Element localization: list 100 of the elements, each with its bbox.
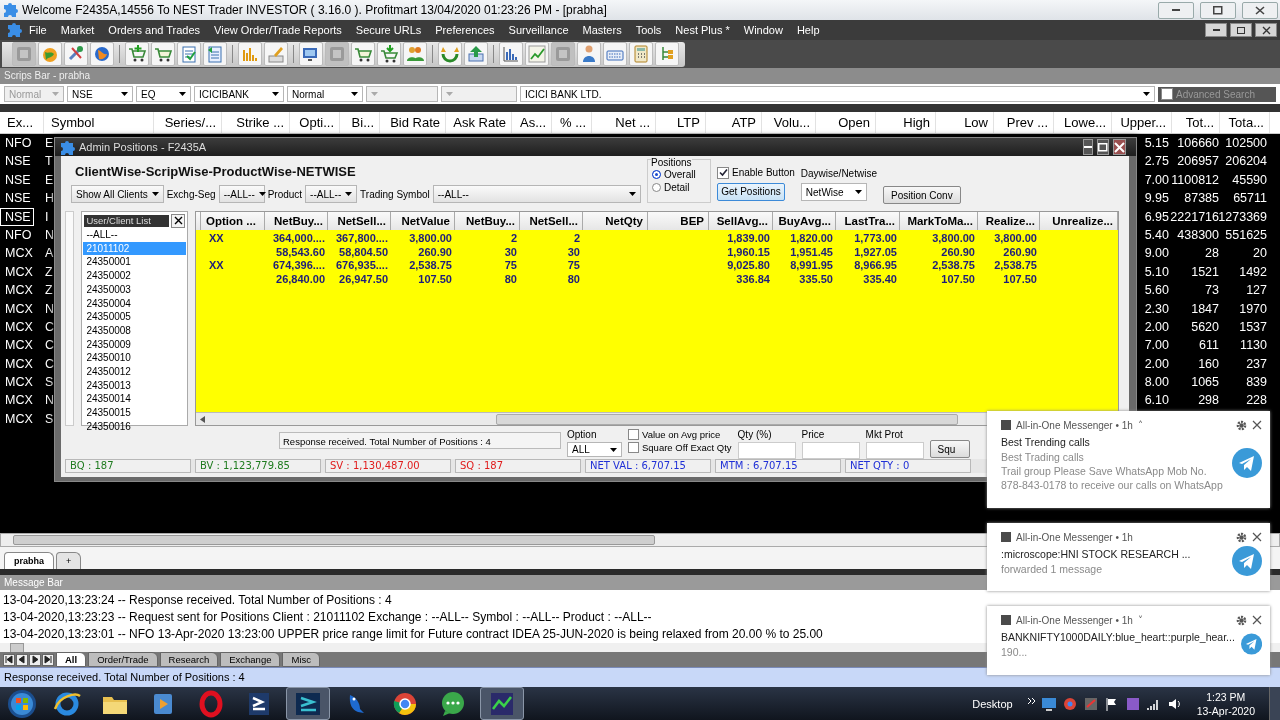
column-header[interactable]: Net ...: [592, 112, 656, 133]
menu-item[interactable]: Tools: [628, 24, 669, 36]
list-item[interactable]: --ALL--: [83, 228, 186, 242]
line-chart-icon[interactable]: [525, 42, 549, 66]
column-header[interactable]: Prev ...: [994, 112, 1054, 133]
column-header[interactable]: High: [876, 112, 936, 133]
monitor-icon[interactable]: [1040, 695, 1057, 712]
menu-item[interactable]: Masters: [575, 24, 629, 36]
dropdown[interactable]: --ALL--: [218, 185, 265, 203]
next-button[interactable]: [29, 653, 41, 666]
list-item[interactable]: 24350002: [83, 269, 186, 283]
tab[interactable]: +: [56, 552, 82, 569]
column-header[interactable]: Bi...: [340, 112, 380, 133]
checkbox[interactable]: Value on Avg price: [628, 429, 732, 440]
list-item[interactable]: 24350012: [83, 365, 186, 379]
column-header[interactable]: NetSell...: [520, 212, 583, 230]
app-icon[interactable]: [1124, 695, 1141, 712]
arrows-icon[interactable]: [438, 42, 462, 66]
column-header[interactable]: Ex...: [0, 112, 44, 133]
cart-icon[interactable]: [351, 42, 375, 66]
cart-icon[interactable]: [377, 42, 401, 66]
menu-item[interactable]: Preferences: [428, 24, 502, 36]
cart-icon[interactable]: [151, 42, 175, 66]
settings-icon[interactable]: [1236, 419, 1247, 431]
column-header[interactable]: BEP: [648, 212, 709, 230]
list-item[interactable]: 24350014: [83, 392, 186, 407]
previous-button[interactable]: [16, 653, 28, 666]
chevron-app-icon[interactable]: [286, 687, 330, 720]
globe-icon[interactable]: [38, 42, 62, 66]
minimize-button[interactable]: [1158, 1, 1194, 19]
checkbox[interactable]: Enable Button: [717, 166, 795, 179]
checkbox[interactable]: Square Off Exact Qty: [628, 442, 732, 453]
column-header[interactable]: MarkToMa...: [900, 212, 978, 230]
dropdown[interactable]: --ALL--: [432, 185, 641, 203]
menu-item[interactable]: Surveillance: [501, 24, 576, 36]
tab[interactable]: Order/Trade: [88, 652, 158, 667]
document-icon[interactable]: [203, 42, 227, 66]
close-icon[interactable]: [1252, 420, 1262, 430]
menu-item[interactable]: File: [22, 24, 54, 36]
column-header[interactable]: ATP: [706, 112, 762, 133]
menu-item[interactable]: Secure URLs: [348, 24, 429, 36]
clock[interactable]: 1:23 PM 13-Apr-2020: [1196, 689, 1255, 718]
dropdown[interactable]: ICICIBANK: [194, 86, 284, 102]
restore-button[interactable]: [1230, 23, 1252, 37]
tab[interactable]: Research: [159, 652, 219, 667]
column-header[interactable]: Realize...: [978, 212, 1040, 230]
column-header[interactable]: Volu...: [762, 112, 816, 133]
dropdown[interactable]: Normal: [287, 86, 363, 102]
list-item[interactable]: 24350008: [83, 323, 186, 338]
close-button[interactable]: [171, 213, 185, 228]
column-header[interactable]: Low: [936, 112, 994, 133]
column-header[interactable]: Symbol: [44, 112, 154, 133]
column-header[interactable]: Bid Rate: [380, 112, 446, 133]
list-item[interactable]: 24350005: [83, 310, 186, 324]
tree-list-icon[interactable]: [655, 42, 679, 66]
list-item[interactable]: 24350001: [83, 255, 186, 270]
close-icon[interactable]: [1252, 615, 1262, 625]
maximize-button[interactable]: [1200, 1, 1236, 19]
column-header[interactable]: LTP: [656, 112, 706, 133]
column-header[interactable]: NetSell...: [328, 212, 391, 230]
input-field[interactable]: [801, 442, 860, 459]
column-header[interactable]: Open: [816, 112, 876, 133]
person-icon[interactable]: [577, 42, 601, 66]
column-header[interactable]: NetBuy...: [455, 212, 520, 230]
close-icon[interactable]: [1252, 532, 1262, 542]
list-item[interactable]: 24350016: [83, 419, 186, 434]
radio-button[interactable]: Detail: [652, 181, 708, 194]
list-item[interactable]: 24350004: [83, 296, 186, 311]
column-header[interactable]: Lowe...: [1054, 112, 1112, 133]
document-icon[interactable]: [177, 42, 201, 66]
close-button[interactable]: [1255, 23, 1277, 37]
settings-icon[interactable]: [1236, 614, 1247, 626]
menu-item[interactable]: Orders and Trades: [101, 24, 208, 36]
column-header[interactable]: Opti...: [290, 112, 340, 133]
column-header[interactable]: Strike ...: [222, 112, 290, 133]
column-header[interactable]: Unrealize...: [1040, 212, 1118, 230]
globe-icon[interactable]: [90, 42, 114, 66]
tab[interactable]: Exchange: [220, 652, 281, 667]
column-header[interactable]: LastTra...: [836, 212, 900, 230]
taskbar-label[interactable]: Desktop: [972, 697, 1013, 710]
column-header[interactable]: NetBuy...: [265, 212, 328, 230]
column-header[interactable]: Tota...: [1220, 112, 1270, 133]
cart-plus-icon[interactable]: [125, 42, 149, 66]
list-item[interactable]: 24350015: [83, 406, 186, 420]
people-icon[interactable]: [403, 42, 427, 66]
maximize-button[interactable]: [1097, 139, 1109, 155]
calculator-icon[interactable]: [629, 42, 653, 66]
list-item[interactable]: 24350003: [83, 282, 186, 297]
bar-chart-icon[interactable]: [499, 42, 523, 66]
column-header[interactable]: As...: [512, 112, 552, 133]
column-header[interactable]: NetValue: [391, 212, 455, 230]
dropdown[interactable]: Show All Clients: [71, 185, 164, 203]
minimize-button[interactable]: [1205, 23, 1227, 37]
menu-item[interactable]: View Order/Trade Reports: [207, 24, 349, 36]
chart-app-icon[interactable]: [480, 687, 524, 720]
tab[interactable]: Misc: [282, 652, 320, 667]
radio-button[interactable]: Overall: [652, 168, 708, 181]
column-header[interactable]: SellAvg...: [709, 212, 773, 230]
dropdown[interactable]: ICICI BANK LTD.: [520, 86, 1155, 102]
menu-item[interactable]: Help: [789, 24, 827, 36]
